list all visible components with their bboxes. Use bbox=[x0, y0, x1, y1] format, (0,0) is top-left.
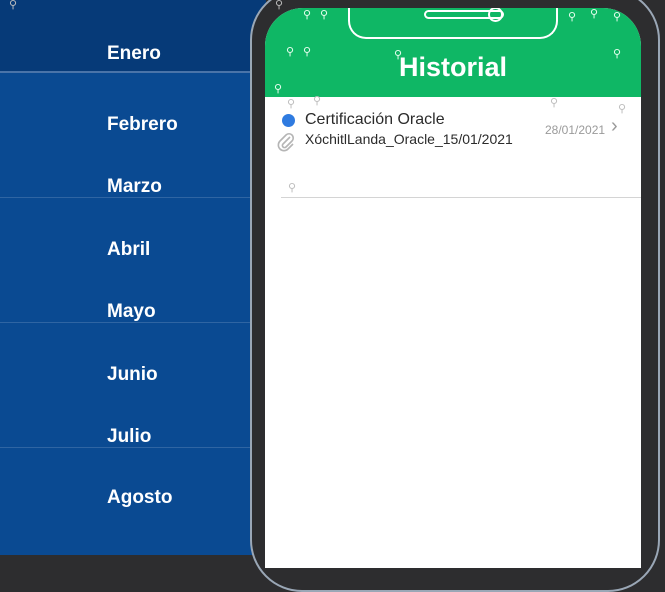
pin-icon: ⚲ bbox=[394, 49, 403, 61]
pin-icon: ⚲ bbox=[303, 9, 312, 21]
pin-icon: ⚲ bbox=[313, 95, 322, 107]
month-item-mayo[interactable]: Mayo bbox=[107, 301, 156, 323]
pin-icon: ⚲ bbox=[590, 8, 599, 20]
month-divider bbox=[0, 197, 266, 198]
pin-icon: ⚲ bbox=[287, 98, 296, 110]
month-item-febrero[interactable]: Febrero bbox=[107, 114, 178, 136]
month-item-junio[interactable]: Junio bbox=[107, 364, 158, 386]
page-title: Historial bbox=[398, 52, 508, 82]
month-item-enero[interactable]: Enero bbox=[107, 43, 161, 65]
history-item-file: XóchitlLanda_Oracle_15/01/2021 bbox=[305, 131, 513, 147]
phone-screen: Historial bbox=[265, 8, 641, 568]
pin-icon: ⚲ bbox=[303, 46, 312, 58]
list-divider bbox=[281, 197, 641, 198]
pin-icon: ⚲ bbox=[618, 103, 627, 115]
month-list: Enero Febrero Marzo Abril Mayo Junio Jul… bbox=[0, 0, 266, 555]
pin-icon: ⚲ bbox=[613, 11, 622, 23]
pin-icon: ⚲ bbox=[613, 48, 622, 60]
pin-icon: ⚲ bbox=[274, 83, 283, 95]
chevron-right-icon: › bbox=[611, 115, 618, 137]
history-item-title: Certificación Oracle bbox=[305, 111, 445, 128]
month-item-agosto[interactable]: Agosto bbox=[107, 487, 172, 509]
pin-icon: ⚲ bbox=[568, 11, 577, 23]
pin-icon: ⚲ bbox=[286, 46, 295, 58]
pin-icon: ⚲ bbox=[550, 97, 559, 109]
header-divider bbox=[0, 71, 266, 73]
pin-icon: ⚲ bbox=[288, 182, 297, 194]
paperclip-icon bbox=[277, 132, 295, 152]
month-item-abril[interactable]: Abril bbox=[107, 239, 150, 261]
unread-dot-icon bbox=[282, 114, 295, 127]
month-item-marzo[interactable]: Marzo bbox=[107, 176, 162, 198]
month-divider bbox=[0, 447, 266, 448]
pin-icon: ⚲ bbox=[320, 9, 329, 21]
pin-icon: ⚲ bbox=[275, 0, 284, 11]
month-item-julio[interactable]: Julio bbox=[107, 426, 151, 448]
month-divider bbox=[0, 322, 266, 323]
app-bar: Historial bbox=[265, 8, 641, 97]
history-item-date: 28/01/2021 bbox=[545, 123, 606, 137]
pin-icon: ⚲ bbox=[9, 0, 18, 11]
